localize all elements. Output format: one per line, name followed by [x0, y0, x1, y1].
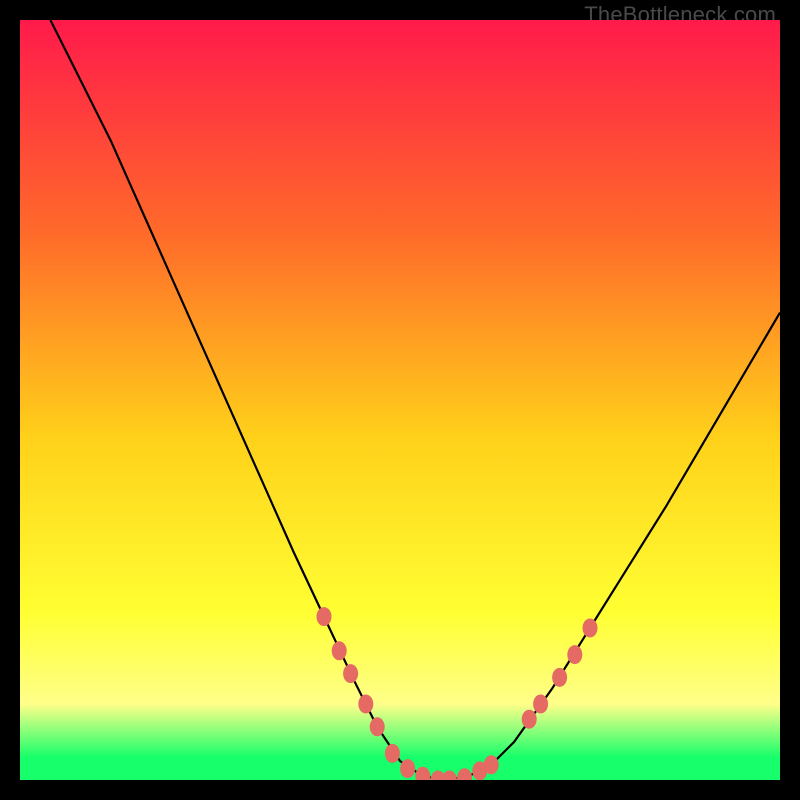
curve-marker — [332, 641, 347, 660]
curve-marker — [385, 744, 400, 763]
curve-marker — [552, 668, 567, 687]
chart-frame — [20, 20, 780, 780]
curve-marker — [343, 664, 358, 683]
curve-marker — [370, 717, 385, 736]
curve-marker — [583, 619, 598, 638]
curve-marker — [567, 645, 582, 664]
gradient-background — [20, 20, 780, 780]
curve-marker — [522, 710, 537, 729]
curve-marker — [484, 755, 499, 774]
curve-marker — [358, 695, 373, 714]
bottleneck-chart — [20, 20, 780, 780]
curve-marker — [317, 607, 332, 626]
curve-marker — [533, 695, 548, 714]
curve-marker — [400, 759, 415, 778]
